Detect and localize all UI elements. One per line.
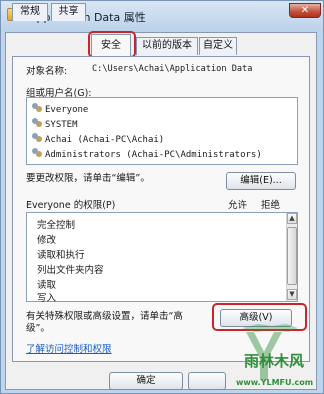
user-row-achai[interactable]: Achai (Achai-PC\Achai) xyxy=(31,133,164,145)
close-button[interactable]: ✕ xyxy=(289,3,321,18)
object-path: C:\Users\Achai\Application Data xyxy=(92,64,253,74)
user-row-everyone[interactable]: Everyone xyxy=(31,103,88,115)
cancel-button[interactable] xyxy=(188,372,226,390)
user-name: Administrators (Achai-PC\Administrators) xyxy=(45,150,262,160)
tab-general-label: 常规 xyxy=(20,6,40,17)
edit-button[interactable]: 编辑(E)... xyxy=(226,172,296,190)
user-row-system[interactable]: SYSTEM xyxy=(31,118,78,130)
permission-row: 修改 xyxy=(37,235,57,246)
scroll-thumb[interactable] xyxy=(287,227,297,285)
user-name: Everyone xyxy=(45,105,89,115)
special-permission-text-line2: 级”。 xyxy=(26,323,50,334)
permissions-scrollbar[interactable]: ▲ ▼ xyxy=(286,213,297,301)
advanced-button[interactable]: 高级(V) xyxy=(220,309,292,327)
tab-general[interactable]: 常规 xyxy=(12,3,48,21)
deny-column-header: 拒绝 xyxy=(261,200,281,211)
ok-button-label: 确定 xyxy=(136,375,156,386)
scroll-up-icon[interactable]: ▲ xyxy=(287,213,297,224)
user-name: Achai (Achai-PC\Achai) xyxy=(45,135,165,145)
tab-sharing-label: 共享 xyxy=(58,6,79,17)
permission-row: 读取和执行 xyxy=(37,250,85,261)
user-name: SYSTEM xyxy=(45,120,78,130)
tab-security[interactable]: 安全 xyxy=(91,34,131,56)
tab-sharing[interactable]: 共享 xyxy=(51,3,86,21)
tab-previous-versions-label: 以前的版本 xyxy=(142,40,192,51)
permissions-list[interactable]: 完全控制 修改 读取和执行 列出文件夹内容 读取 写入 ▲ ▼ xyxy=(26,212,298,304)
object-name-label: 对象名称: xyxy=(26,66,68,77)
advanced-button-label: 高级(V) xyxy=(239,312,273,323)
permissions-header: Everyone 的权限(P) xyxy=(26,200,116,211)
permission-row: 列出文件夹内容 xyxy=(37,265,104,276)
scroll-down-icon[interactable]: ▼ xyxy=(287,289,297,300)
user-group-icon xyxy=(31,148,43,159)
user-group-icon xyxy=(31,118,43,129)
allow-column-header: 允许 xyxy=(228,200,248,211)
permission-row: 读取 xyxy=(37,280,57,291)
access-control-help-link[interactable]: 了解访问控制和权限 xyxy=(26,341,112,355)
user-row-administrators[interactable]: Administrators (Achai-PC\Administrators) xyxy=(31,148,262,160)
ok-button[interactable]: 确定 xyxy=(109,372,183,390)
user-icon xyxy=(31,133,43,144)
change-permission-text: 要更改权限，请单击“编辑”。 xyxy=(26,173,150,184)
tab-security-label: 安全 xyxy=(101,40,121,51)
permission-row: 完全控制 xyxy=(37,220,76,231)
title-bar[interactable]: Application Data 属性 ✕ xyxy=(1,1,323,31)
tab-previous-versions[interactable]: 以前的版本 xyxy=(136,37,198,55)
edit-button-label: 编辑(E)... xyxy=(240,175,282,186)
user-group-icon xyxy=(31,103,43,114)
tab-customize[interactable]: 自定义 xyxy=(199,37,237,55)
permission-row: 写入 xyxy=(37,293,57,304)
close-icon: ✕ xyxy=(300,5,310,16)
tab-customize-label: 自定义 xyxy=(203,40,233,51)
users-list[interactable]: Everyone SYSTEM Achai (Achai-PC\Achai) A… xyxy=(26,97,298,165)
